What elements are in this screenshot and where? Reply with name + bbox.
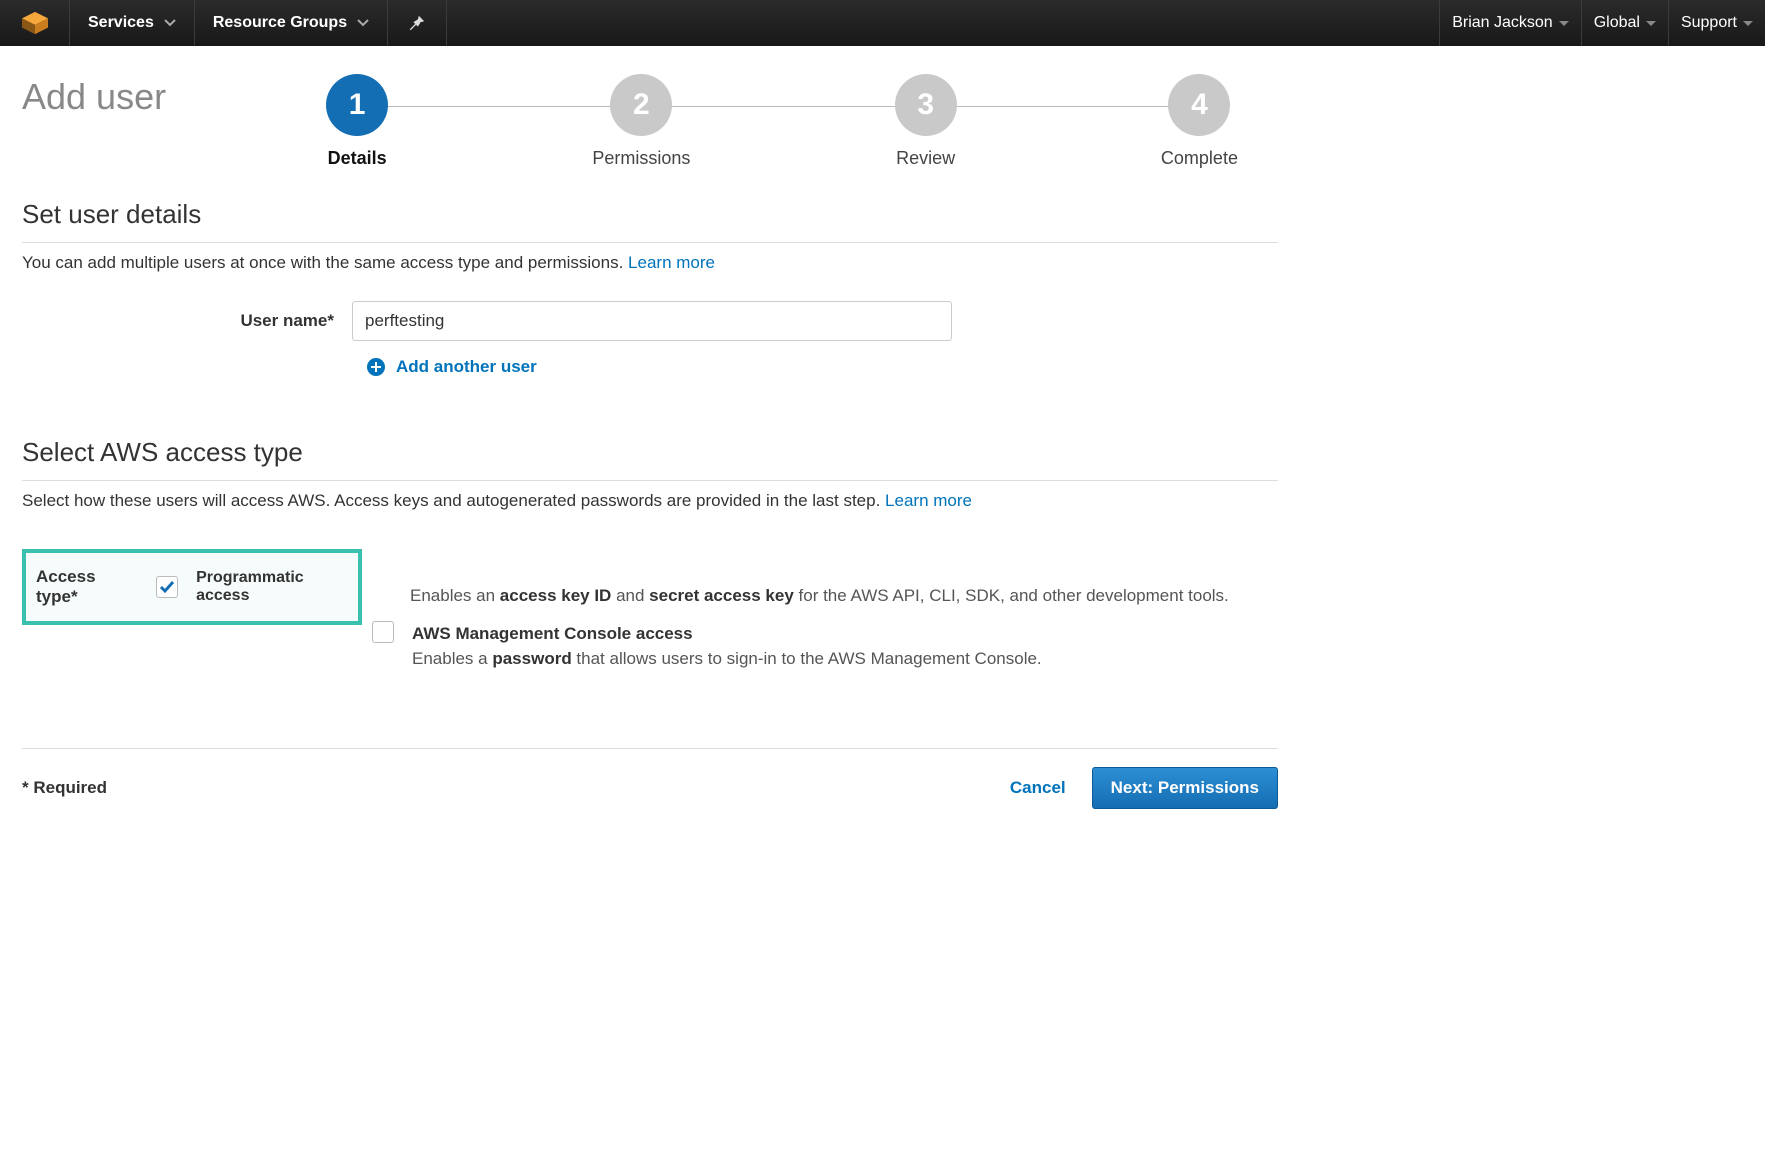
programmatic-access-description: Enables an access key ID and secret acce… <box>410 586 1229 605</box>
section-access-type: Select AWS access type Select how these … <box>22 437 1278 678</box>
caret-down-icon <box>1743 21 1753 26</box>
section-heading: Set user details <box>22 199 1278 236</box>
plus-circle-icon <box>366 357 386 377</box>
step-number: 3 <box>895 74 957 136</box>
access-type-label: Access type* <box>36 567 128 607</box>
chevron-down-icon <box>164 19 176 27</box>
section-user-details: Set user details You can add multiple us… <box>22 199 1278 377</box>
console-access-checkbox[interactable] <box>372 621 394 643</box>
wizard-step-review[interactable]: 3 Review <box>895 74 957 169</box>
programmatic-access-title: Programmatic access <box>196 569 340 605</box>
step-label: Complete <box>1161 148 1238 169</box>
top-navbar: Services Resource Groups Brian Jackson G… <box>0 0 1765 46</box>
aws-logo[interactable] <box>0 0 70 46</box>
divider <box>22 242 1278 243</box>
wizard-step-permissions[interactable]: 2 Permissions <box>592 74 690 169</box>
account-menu[interactable]: Brian Jackson <box>1439 0 1581 46</box>
step-number: 1 <box>326 74 388 136</box>
next-permissions-button[interactable]: Next: Permissions <box>1092 767 1278 809</box>
support-menu[interactable]: Support <box>1668 0 1765 46</box>
wizard-step-details[interactable]: 1 Details <box>326 74 388 169</box>
section-heading: Select AWS access type <box>22 437 1278 474</box>
step-number: 4 <box>1168 74 1230 136</box>
nav-label: Global <box>1594 14 1640 32</box>
highlight-annotation: Access type* Programmatic access <box>22 549 362 625</box>
section-description: Select how these users will access AWS. … <box>22 491 1278 511</box>
desc-text: You can add multiple users at once with … <box>22 253 628 272</box>
section-description: You can add multiple users at once with … <box>22 253 1278 273</box>
learn-more-link[interactable]: Learn more <box>628 253 715 272</box>
page-title: Add user <box>22 56 166 118</box>
console-access-description: Enables a password that allows users to … <box>412 646 1042 672</box>
check-icon <box>159 580 175 594</box>
programmatic-access-checkbox[interactable] <box>156 576 178 598</box>
step-label: Review <box>896 148 955 169</box>
step-label: Details <box>328 148 387 169</box>
nav-label: Support <box>1681 14 1737 32</box>
wizard-steps: 1 Details 2 Permissions 3 Review 4 Compl… <box>206 56 1278 169</box>
pin-icon <box>408 14 426 32</box>
wizard-connector <box>371 106 1198 107</box>
nav-label: Resource Groups <box>213 14 347 32</box>
required-note: * Required <box>22 778 107 798</box>
add-another-user-button[interactable]: Add another user <box>366 357 1278 377</box>
username-input[interactable] <box>352 301 952 341</box>
region-menu[interactable]: Global <box>1581 0 1668 46</box>
divider <box>22 480 1278 481</box>
nav-label: Services <box>88 14 154 32</box>
cancel-button[interactable]: Cancel <box>998 768 1078 808</box>
console-access-title: AWS Management Console access <box>412 621 1042 647</box>
services-menu[interactable]: Services <box>70 0 195 46</box>
step-label: Permissions <box>592 148 690 169</box>
cube-icon <box>20 10 50 36</box>
nav-label: Brian Jackson <box>1452 14 1553 32</box>
footer: * Required Cancel Next: Permissions <box>22 749 1278 819</box>
resource-groups-menu[interactable]: Resource Groups <box>195 0 388 46</box>
username-label: User name* <box>22 311 352 331</box>
pin-shortcut[interactable] <box>388 0 447 46</box>
learn-more-link[interactable]: Learn more <box>885 491 972 510</box>
caret-down-icon <box>1559 21 1569 26</box>
caret-down-icon <box>1646 21 1656 26</box>
desc-text: Select how these users will access AWS. … <box>22 491 885 510</box>
step-number: 2 <box>610 74 672 136</box>
chevron-down-icon <box>357 19 369 27</box>
wizard-step-complete[interactable]: 4 Complete <box>1161 74 1238 169</box>
add-another-label: Add another user <box>396 357 537 377</box>
